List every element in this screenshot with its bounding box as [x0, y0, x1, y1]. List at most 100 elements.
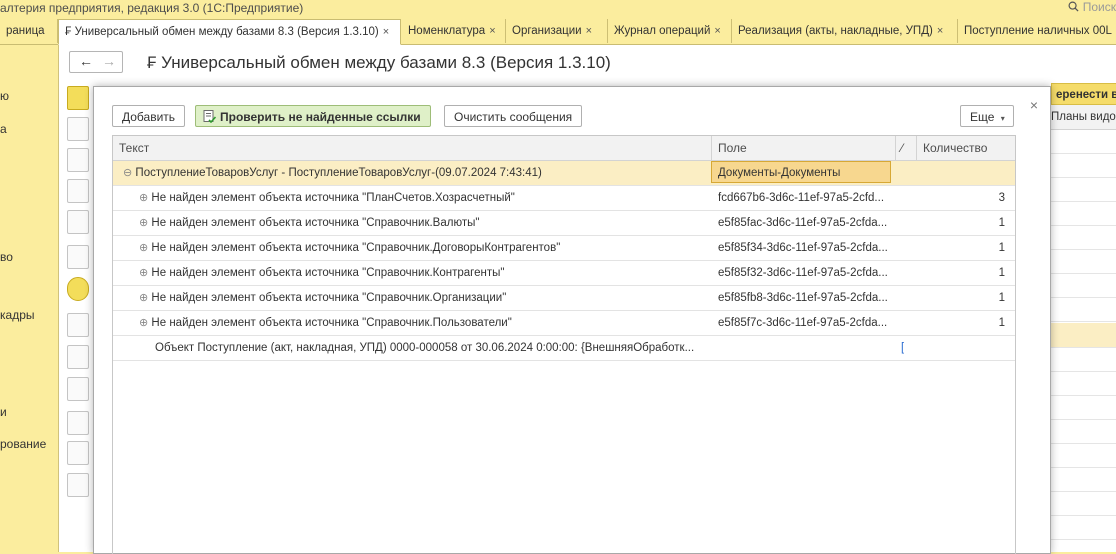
tab-label: Реализация (акты, накладные, УПД): [738, 25, 933, 37]
bg-field[interactable]: [67, 210, 89, 234]
info-icon-button[interactable]: [67, 277, 89, 301]
table-row[interactable]: ⊕ Не найден элемент объекта источника "С…: [113, 286, 1015, 311]
tab-nomenclature[interactable]: Номенклатура ×: [402, 19, 506, 43]
expand-icon[interactable]: ⊕: [139, 192, 148, 204]
table-row[interactable]: ⊕ Не найден элемент объекта источника "С…: [113, 311, 1015, 336]
close-tab-icon[interactable]: ×: [586, 25, 592, 37]
bg-row: [1051, 201, 1116, 226]
row-text: Не найден элемент объекта источника "Спр…: [151, 242, 561, 254]
delete-icon-button[interactable]: [67, 245, 89, 269]
bg-row: [1051, 129, 1116, 154]
bg-tool-button[interactable]: [67, 377, 89, 401]
table-row[interactable]: ⊕ Не найден элемент объекта источника "С…: [113, 236, 1015, 261]
page-title: ₣ Универсальный обмен между базами 8.3 (…: [147, 53, 611, 72]
section-item[interactable]: во: [0, 250, 13, 264]
back-arrow-icon[interactable]: ←: [79, 53, 93, 69]
plans-link[interactable]: Планы видов: [1051, 105, 1116, 130]
section-item[interactable]: а: [0, 122, 7, 136]
section-item[interactable]: рование: [0, 437, 46, 451]
tab-universal-exchange[interactable]: ₣ Универсальный обмен между базами 8.3 (…: [58, 19, 401, 45]
row-qty: 1: [998, 317, 1005, 329]
column-header-field[interactable]: Поле: [718, 136, 747, 160]
section-item[interactable]: ю: [0, 89, 9, 103]
transfer-button[interactable]: еренести в: [1051, 83, 1116, 105]
app-titlebar: алтерия предприятия, редакция 3.0 (1С:Пр…: [0, 0, 1116, 17]
tab-sales[interactable]: Реализация (акты, накладные, УПД) ×: [732, 19, 958, 43]
tab-label: Организации: [512, 25, 582, 37]
section-item[interactable]: кадры: [0, 308, 35, 322]
tab-organizations[interactable]: Организации ×: [506, 19, 608, 43]
messages-dialog: × Добавить Проверить не найденные ссылки…: [93, 86, 1051, 554]
bg-row: [1051, 491, 1116, 516]
bg-row: [1051, 273, 1116, 298]
sections-panel: ю а во кадры и рование: [0, 45, 58, 552]
row-field: e5f85f7c-3d6c-11ef-97a5-2cfda...: [718, 317, 888, 329]
check-links-button[interactable]: Проверить не найденные ссылки: [195, 105, 431, 127]
bg-tool-button[interactable]: [67, 411, 89, 435]
table-icon-button[interactable]: [67, 117, 89, 141]
close-tab-icon[interactable]: ×: [714, 25, 720, 37]
bg-tool-button[interactable]: [67, 473, 89, 497]
row-link-icon[interactable]: [: [901, 336, 904, 360]
bg-row: [1051, 153, 1116, 178]
section-item[interactable]: и: [0, 405, 7, 419]
expand-icon[interactable]: ⊕: [139, 267, 148, 279]
search-icon: [1068, 1, 1079, 12]
tabs-bar: раница ₣ Универсальный обмен между базам…: [0, 19, 1116, 45]
expand-icon[interactable]: ⊕: [139, 242, 148, 254]
tab-cash-receipt[interactable]: Поступление наличных 00L: [958, 19, 1116, 43]
tab-label: раница: [6, 25, 45, 37]
add-icon-button[interactable]: [67, 148, 89, 172]
more-button[interactable]: Еще ▾: [960, 105, 1014, 127]
tab-label: Журнал операций: [614, 25, 711, 37]
tab-home[interactable]: раница: [0, 19, 58, 43]
close-tab-icon[interactable]: ×: [383, 26, 389, 38]
table-row[interactable]: ⊕ Не найден элемент объекта источника "П…: [113, 186, 1015, 211]
tab-label: ₣ Универсальный обмен между базами 8.3 (…: [65, 26, 379, 38]
add-button[interactable]: Добавить: [112, 105, 186, 127]
table-row[interactable]: ⊕ Не найден элемент объекта источника "С…: [113, 211, 1015, 236]
close-icon[interactable]: ×: [1030, 97, 1038, 113]
tab-label: Поступление наличных 00L: [964, 25, 1112, 37]
table-row[interactable]: Объект Поступление (акт, накладная, УПД)…: [113, 336, 1015, 361]
table-header: Текст Поле ⁄ Количество: [113, 136, 1015, 161]
chevron-down-icon: ▾: [1000, 114, 1005, 123]
messages-table: Текст Поле ⁄ Количество ⊖ ПоступлениеТов…: [112, 135, 1016, 554]
row-text: Не найден элемент объекта источника "Пла…: [151, 192, 515, 204]
expand-icon[interactable]: ⊕: [139, 217, 148, 229]
row-field: e5f85f34-3d6c-11ef-97a5-2cfda...: [718, 242, 888, 254]
close-tab-icon[interactable]: ×: [937, 25, 943, 37]
row-text: ПоступлениеТоваровУслуг - ПоступлениеТов…: [135, 167, 542, 179]
nav-buttons: ← →: [69, 51, 123, 73]
bg-row: [1051, 347, 1116, 372]
bg-row: [1051, 249, 1116, 274]
search-field[interactable]: Поиск: [1068, 0, 1116, 14]
column-header-text[interactable]: Текст: [119, 136, 149, 160]
bg-tool-button[interactable]: [67, 313, 89, 337]
row-field: fcd667b6-3d6c-11ef-97a5-2cfd...: [718, 192, 885, 204]
collapse-icon[interactable]: ⊖: [123, 167, 132, 179]
expand-icon[interactable]: ⊕: [139, 317, 148, 329]
expand-icon[interactable]: ⊕: [139, 292, 148, 304]
bg-row: [1051, 467, 1116, 492]
row-field-selected[interactable]: Документы-Документы: [711, 161, 891, 183]
bg-field[interactable]: [67, 441, 89, 465]
more-label: Еще: [970, 110, 995, 124]
clear-messages-button[interactable]: Очистить сообщения: [444, 105, 583, 127]
background-form-right: еренести в Планы видов: [1051, 83, 1116, 552]
row-text: Не найден элемент объекта источника "Спр…: [151, 292, 507, 304]
column-header-sort-icon[interactable]: ⁄: [901, 136, 903, 160]
row-field: e5f85fac-3d6c-11ef-97a5-2cfda...: [718, 217, 888, 229]
check-list-icon: [203, 110, 216, 123]
run-button[interactable]: [67, 86, 89, 110]
bg-tool-button[interactable]: [67, 345, 89, 369]
forward-arrow-icon[interactable]: →: [102, 53, 116, 69]
tab-operations-journal[interactable]: Журнал операций ×: [608, 19, 732, 43]
tab-label: Номенклатура: [408, 25, 486, 37]
table-row[interactable]: ⊕ Не найден элемент объекта источника "С…: [113, 261, 1015, 286]
bg-field[interactable]: [67, 179, 89, 203]
row-field: e5f85fb8-3d6c-11ef-97a5-2cfda...: [718, 292, 888, 304]
column-header-qty[interactable]: Количество: [923, 136, 987, 160]
table-row[interactable]: ⊖ ПоступлениеТоваровУслуг - ПоступлениеТ…: [113, 161, 1015, 186]
close-tab-icon[interactable]: ×: [489, 25, 495, 37]
